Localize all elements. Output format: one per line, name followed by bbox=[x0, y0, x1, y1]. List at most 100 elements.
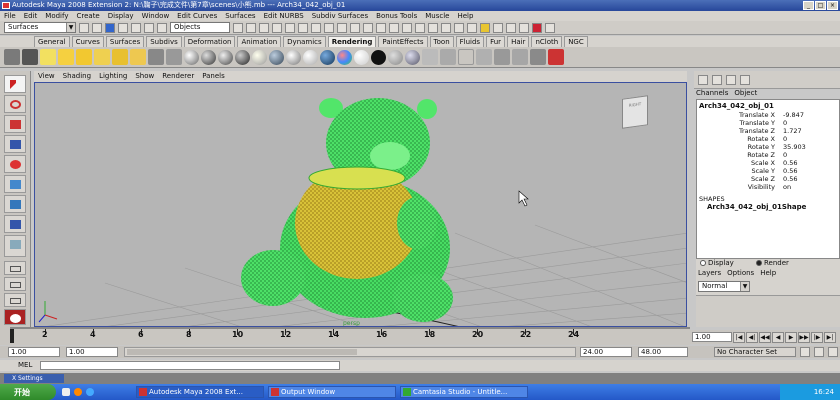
select-deformer-icon[interactable] bbox=[285, 22, 295, 33]
layer-type-dropdown[interactable]: Normal ▼ bbox=[698, 281, 750, 292]
layered-shader-sphere-icon[interactable] bbox=[269, 49, 284, 65]
step-back-key-icon[interactable]: ◀| bbox=[746, 331, 758, 343]
channels-menu[interactable]: Channels bbox=[696, 89, 728, 97]
select-hierarchy-icon[interactable] bbox=[118, 22, 128, 33]
render-diagnostics-icon[interactable] bbox=[476, 49, 492, 65]
current-frame-field[interactable]: 1.00 bbox=[692, 332, 732, 342]
selection-mask-dropdown[interactable]: Objects bbox=[170, 22, 230, 33]
manipulator-tool-button[interactable] bbox=[4, 195, 26, 213]
range-slider-bar[interactable] bbox=[124, 347, 576, 357]
select-object-icon[interactable] bbox=[131, 22, 141, 33]
metal-sphere-icon[interactable] bbox=[405, 49, 420, 65]
minimized-window-item[interactable]: X Settings bbox=[4, 374, 64, 383]
render-view-icon[interactable] bbox=[480, 22, 490, 33]
taskbar-button-output-window[interactable]: Output Window bbox=[268, 386, 396, 398]
quick-launch-icon[interactable] bbox=[74, 388, 82, 396]
history-icon[interactable] bbox=[428, 22, 438, 33]
step-forward-frame-icon[interactable]: ▶▶ bbox=[798, 331, 810, 343]
attr-value[interactable]: 0.56 bbox=[781, 175, 837, 183]
select-tool-button[interactable] bbox=[4, 75, 26, 93]
tab-ngc[interactable]: NGC bbox=[564, 36, 588, 47]
select-rendering-icon[interactable] bbox=[311, 22, 321, 33]
menu-modify[interactable]: Modify bbox=[45, 11, 68, 21]
select-misc-icon[interactable] bbox=[324, 22, 334, 33]
attr-row[interactable]: Visibility on bbox=[697, 183, 839, 191]
options-menu[interactable]: Options bbox=[727, 269, 754, 277]
render-globals-icon[interactable] bbox=[519, 22, 529, 33]
hypershade-icon[interactable] bbox=[148, 49, 164, 65]
ramp-shader-sphere-icon[interactable] bbox=[286, 49, 301, 65]
render-layer-icon[interactable] bbox=[440, 49, 456, 65]
camera-aim-icon[interactable] bbox=[22, 49, 38, 65]
input-ops-icon[interactable] bbox=[441, 22, 451, 33]
tab-curves[interactable]: Curves bbox=[71, 36, 104, 47]
step-back-frame-icon[interactable]: ◀◀ bbox=[759, 331, 771, 343]
menu-display[interactable]: Display bbox=[108, 11, 134, 21]
output-ops-icon[interactable] bbox=[454, 22, 464, 33]
quick-launch-icon[interactable] bbox=[86, 388, 94, 396]
tab-hair[interactable]: Hair bbox=[507, 36, 530, 47]
attr-row[interactable]: Scale X 0.56 bbox=[697, 159, 839, 167]
attr-row[interactable]: Scale Y 0.56 bbox=[697, 167, 839, 175]
attr-value[interactable]: 0.56 bbox=[781, 167, 837, 175]
perspective-viewport[interactable]: RIGHT persp bbox=[34, 82, 687, 327]
select-curve-icon[interactable] bbox=[259, 22, 269, 33]
panel-menu-renderer[interactable]: Renderer bbox=[162, 71, 194, 82]
attr-value[interactable]: -9.847 bbox=[781, 111, 837, 119]
directional-light-icon[interactable] bbox=[58, 49, 74, 65]
select-component-icon[interactable] bbox=[144, 22, 154, 33]
attr-value[interactable]: on bbox=[781, 183, 837, 191]
ambient-light-icon[interactable] bbox=[40, 49, 56, 65]
menuset-dropdown[interactable]: Surfaces ▼ bbox=[4, 22, 76, 33]
single-pane-layout-button[interactable] bbox=[4, 261, 26, 275]
tab-dynamics[interactable]: Dynamics bbox=[283, 36, 326, 47]
menu-edit-nurbs[interactable]: Edit NURBS bbox=[264, 11, 304, 21]
area-light-icon[interactable] bbox=[112, 49, 128, 65]
attr-row[interactable]: Translate Z 1.727 bbox=[697, 127, 839, 135]
snap-view-plane-icon[interactable] bbox=[402, 22, 412, 33]
playback-start-field[interactable]: 1.00 bbox=[66, 347, 118, 357]
tab-subdivs[interactable]: Subdivs bbox=[146, 36, 182, 47]
render-current-icon[interactable] bbox=[493, 22, 503, 33]
save-scene-icon[interactable] bbox=[105, 22, 115, 33]
select-joint-icon[interactable] bbox=[246, 22, 256, 33]
attr-value[interactable]: 35.903 bbox=[781, 143, 837, 151]
four-pane-layout-button[interactable] bbox=[4, 277, 26, 291]
ramp-texture-icon[interactable] bbox=[337, 49, 352, 65]
attr-value[interactable]: 1.727 bbox=[781, 127, 837, 135]
white-sphere-icon[interactable] bbox=[354, 49, 369, 65]
menu-window[interactable]: Window bbox=[142, 11, 170, 21]
panel-menu-view[interactable]: View bbox=[38, 71, 55, 82]
snap-curve-icon[interactable] bbox=[376, 22, 386, 33]
move-tool-button[interactable] bbox=[4, 135, 26, 153]
scale-tool-button[interactable] bbox=[4, 175, 26, 193]
menu-file[interactable]: File bbox=[4, 11, 16, 21]
mental-ray-icon[interactable] bbox=[548, 49, 564, 65]
menu-bonus-tools[interactable]: Bonus Tools bbox=[376, 11, 417, 21]
object-menu[interactable]: Object bbox=[734, 89, 757, 97]
attr-row[interactable]: Rotate Z 0 bbox=[697, 151, 839, 159]
layer-editor-toggle-icon[interactable] bbox=[712, 75, 722, 85]
construction-history-icon[interactable] bbox=[467, 22, 477, 33]
paint-select-tool-button[interactable] bbox=[4, 115, 26, 133]
last-tool-button[interactable] bbox=[4, 235, 26, 257]
phong-sphere-icon[interactable] bbox=[218, 49, 233, 65]
anisotropic-sphere-icon[interactable] bbox=[252, 49, 267, 65]
menu-subdiv-surfaces[interactable]: Subdiv Surfaces bbox=[312, 11, 368, 21]
view-cube[interactable]: RIGHT bbox=[622, 95, 648, 129]
render-view-shelf-icon[interactable] bbox=[166, 49, 182, 65]
tab-painteffects[interactable]: PaintEffects bbox=[378, 36, 428, 47]
help-menu[interactable]: Help bbox=[760, 269, 776, 277]
surface-shader-sphere-icon[interactable] bbox=[303, 49, 318, 65]
render-settings-icon[interactable] bbox=[512, 49, 528, 65]
menu-help[interactable]: Help bbox=[457, 11, 473, 21]
snap-grid-icon[interactable] bbox=[363, 22, 373, 33]
camera-icon[interactable] bbox=[4, 49, 20, 65]
gray-sphere-icon[interactable] bbox=[388, 49, 403, 65]
render-layer-radio[interactable]: Render bbox=[756, 259, 789, 267]
menu-edit[interactable]: Edit bbox=[24, 11, 38, 21]
playback-end-field[interactable]: 24.00 bbox=[580, 347, 632, 357]
snap-point-icon[interactable] bbox=[389, 22, 399, 33]
go-to-start-icon[interactable]: |◀ bbox=[733, 331, 745, 343]
current-time-marker[interactable] bbox=[10, 329, 14, 343]
